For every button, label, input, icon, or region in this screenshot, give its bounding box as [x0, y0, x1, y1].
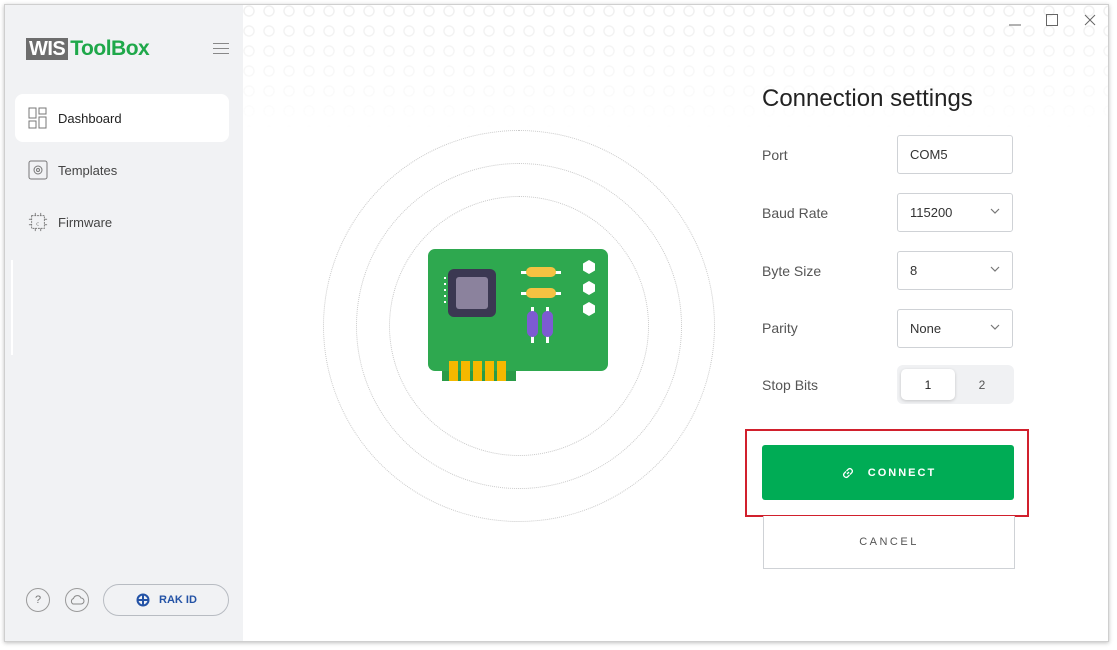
byte-size-value: 8: [910, 263, 918, 278]
help-icon: ?: [34, 594, 42, 606]
close-icon: [1084, 14, 1096, 26]
maximize-icon: [1046, 14, 1058, 26]
sidebar-item-firmware[interactable]: c Firmware: [15, 198, 229, 246]
link-icon: [842, 467, 853, 478]
port-label: Port: [762, 147, 788, 163]
cancel-button[interactable]: CANCEL: [763, 516, 1015, 569]
parity-select[interactable]: None: [897, 309, 1013, 348]
port-field[interactable]: [897, 135, 1013, 174]
sidebar-item-dashboard[interactable]: Dashboard: [15, 94, 229, 142]
stop-bits-option-1[interactable]: 1: [901, 369, 955, 400]
sidebar: WIS ToolBox Dashboard Templates c Firmwa…: [5, 5, 243, 641]
app-logo: WIS ToolBox: [26, 37, 150, 60]
sidebar-item-label: Templates: [58, 162, 118, 178]
cloud-button[interactable]: [65, 588, 89, 612]
baud-rate-label: Baud Rate: [762, 205, 829, 221]
chevron-down-icon: [990, 324, 1000, 330]
baud-rate-select[interactable]: 115200: [897, 193, 1013, 232]
sidebar-divider: [11, 260, 13, 355]
dot-pattern-background: [243, 5, 1108, 130]
rak-logo-icon: [136, 593, 150, 607]
sidebar-item-label: Firmware: [58, 214, 113, 230]
port-input[interactable]: [910, 147, 1000, 162]
main-panel: Connection settings Port Baud Rate 11520…: [243, 5, 1108, 641]
sidebar-item-label: Dashboard: [58, 110, 122, 126]
byte-size-select[interactable]: 8: [897, 251, 1013, 290]
baud-rate-value: 115200: [910, 205, 953, 220]
rak-id-label: RAK ID: [159, 594, 197, 606]
chevron-down-icon: [990, 266, 1000, 272]
svg-text:c: c: [36, 222, 39, 228]
rak-id-button[interactable]: RAK ID: [103, 584, 229, 616]
minimize-button[interactable]: [1006, 11, 1024, 29]
connect-button[interactable]: CONNECT: [762, 445, 1014, 500]
byte-size-label: Byte Size: [762, 263, 822, 279]
hamburger-menu-icon[interactable]: [213, 43, 229, 55]
maximize-button[interactable]: [1043, 11, 1061, 29]
cancel-label: CANCEL: [859, 536, 919, 548]
page-title: Connection settings: [762, 85, 973, 112]
chevron-down-icon: [990, 208, 1000, 214]
cloud-icon: [70, 595, 85, 605]
circuit-board-icon: [428, 249, 608, 381]
chip-icon: c: [28, 212, 48, 232]
templates-icon: [28, 160, 48, 180]
minimize-icon: [1009, 24, 1021, 26]
stop-bits-label: Stop Bits: [762, 377, 819, 393]
logo-toolbox: ToolBox: [70, 37, 150, 60]
logo-wis: WIS: [26, 38, 69, 60]
stop-bits-toggle: 1 2: [897, 365, 1014, 404]
stop-bits-option-2[interactable]: 2: [955, 369, 1009, 400]
parity-label: Parity: [762, 320, 798, 336]
connect-label: CONNECT: [867, 466, 937, 479]
parity-value: None: [910, 321, 942, 336]
sidebar-item-templates[interactable]: Templates: [15, 146, 229, 194]
dashboard-icon: [28, 107, 48, 129]
help-button[interactable]: ?: [26, 588, 50, 612]
app-window: WIS ToolBox Dashboard Templates c Firmwa…: [4, 4, 1109, 642]
close-button[interactable]: [1081, 11, 1099, 29]
